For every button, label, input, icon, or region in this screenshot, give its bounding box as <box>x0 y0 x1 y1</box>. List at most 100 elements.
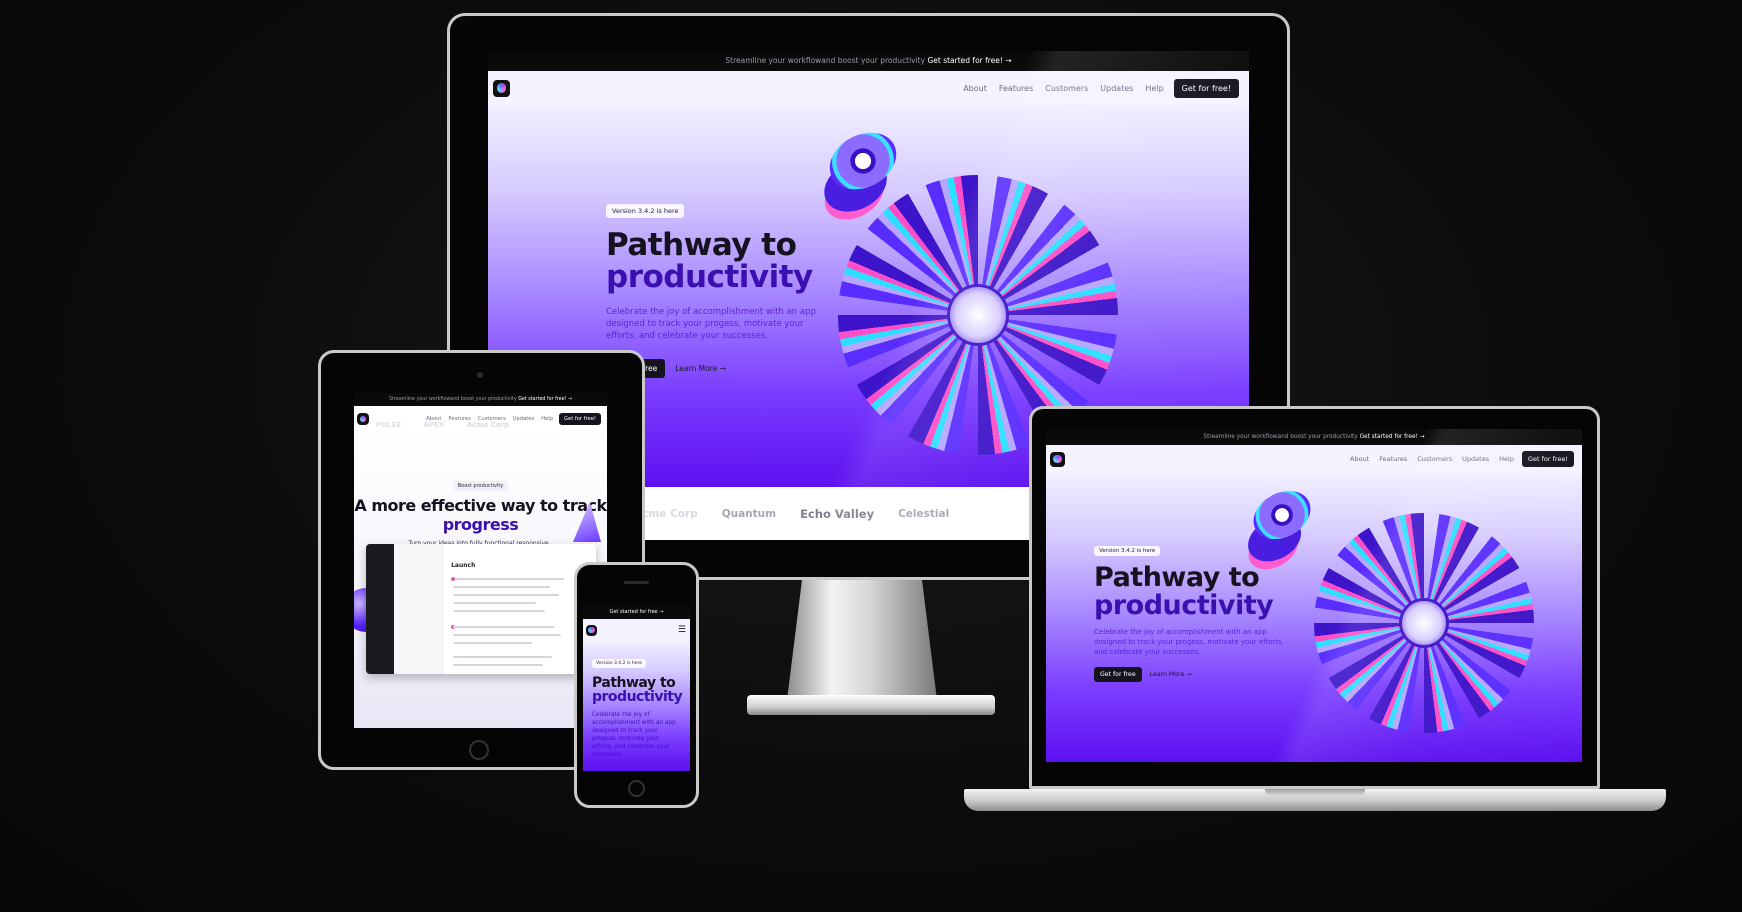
tube-3d-icon <box>819 121 907 201</box>
phone-screen: Get started for free → ☰ Version 3.4.2 i… <box>583 605 690 771</box>
dash-row <box>453 656 553 658</box>
dash-row <box>453 634 562 636</box>
nav-link-about[interactable]: About <box>963 84 987 93</box>
laptop-hero-title-line1: Pathway to <box>1094 562 1260 593</box>
tablet-logo-pulse: PULSE <box>376 421 402 429</box>
laptop-nav-help[interactable]: Help <box>1499 455 1514 463</box>
tablet-nav-cta-button[interactable]: Get for free! <box>559 413 601 425</box>
tablet-dashboard-preview: Launch <box>366 544 596 674</box>
logo-echo-valley: Echo Valley <box>800 506 875 521</box>
phone-brand-logo-icon[interactable] <box>586 624 597 636</box>
dash-heading: Launch <box>451 562 476 569</box>
tablet-hero-badge: Boost productivity <box>354 472 607 491</box>
monitor-stand-foot <box>747 695 995 715</box>
laptop-nav-cta-button[interactable]: Get for free! <box>1521 451 1574 467</box>
version-badge: Version 3.4.2 is here <box>606 204 685 218</box>
logo-celestial: Celestial <box>898 507 950 520</box>
tablet-nav-updates[interactable]: Updates <box>513 416 535 422</box>
dash-row <box>453 594 560 596</box>
phone-home-button <box>628 780 645 797</box>
phone-menu-icon[interactable]: ☰ <box>678 625 686 635</box>
tablet-screen: Streamline your workflowand boost your p… <box>354 393 607 728</box>
tablet-logo-acme: Acme Corp <box>466 421 510 429</box>
laptop-hero-actions: Get for free Learn More → <box>1094 667 1294 683</box>
phone-announcement-cta[interactable]: Get started for free → <box>609 609 663 615</box>
laptop-get-for-free-button[interactable]: Get for free <box>1094 667 1142 683</box>
announcement-text: Streamline your workflowand boost your p… <box>725 56 926 65</box>
laptop-hero-section: Version 3.4.2 is here Pathway to product… <box>1046 473 1582 762</box>
tablet-brand-logo-icon[interactable] <box>357 413 369 425</box>
dash-row-dot <box>451 577 456 581</box>
website-laptop: Streamline your workflowand boost your p… <box>1046 429 1582 762</box>
laptop-hero-content: Version 3.4.2 is here Pathway to product… <box>1094 537 1294 683</box>
top-nav: About Features Customers Updates Help Ge… <box>488 71 1249 105</box>
laptop-hero-title: Pathway to productivity <box>1094 564 1294 619</box>
phone-version-badge: Version 3.4.2 is here <box>592 659 647 668</box>
laptop-hero-title-line2: productivity <box>1094 589 1274 621</box>
laptop-announcement-bar: Streamline your workflowand boost your p… <box>1046 429 1582 445</box>
laptop-announcement-text: Streamline your workflowand boost your p… <box>1203 434 1358 440</box>
laptop-nav-updates[interactable]: Updates <box>1462 455 1489 463</box>
laptop-announcement-cta[interactable]: Get started for free! → <box>1360 434 1425 440</box>
tablet-announcement-bar: Streamline your workflowand boost your p… <box>354 393 607 406</box>
brand-logo-icon[interactable] <box>493 79 510 97</box>
tablet-hero-title: A more effective way to track progress <box>354 496 607 534</box>
tablet-hero-title-line1: A more effective way to track <box>354 496 607 515</box>
laptop-starburst-3d-icon <box>1314 513 1534 733</box>
phone-top-nav: ☰ <box>583 619 690 641</box>
tablet-hero-title-line2: progress <box>442 515 519 535</box>
tablet-nav-help[interactable]: Help <box>541 416 553 422</box>
dash-row <box>453 610 546 612</box>
laptop-top-nav: About Features Customers Updates Help Ge… <box>1046 445 1582 473</box>
phone-announcement-bar: Get started for free → <box>583 605 690 619</box>
nav-cta-button[interactable]: Get for free! <box>1173 78 1239 98</box>
dash-row <box>453 602 537 604</box>
tablet-logo-apex: APEX <box>423 421 445 429</box>
nav-links: About Features Customers Updates Help Ge… <box>963 78 1239 98</box>
hero-title-line2: productivity <box>606 258 813 295</box>
laptop-nav-customers[interactable]: Customers <box>1417 455 1452 463</box>
website-tablet: Streamline your workflowand boost your p… <box>354 393 607 728</box>
laptop-trackpad-notch <box>1265 789 1365 796</box>
phone-speaker-icon <box>624 581 649 584</box>
nav-link-help[interactable]: Help <box>1145 84 1163 93</box>
phone-hero-title-line1: Pathway to <box>592 675 676 691</box>
hero-title: Pathway to productivity <box>606 227 836 295</box>
dash-row <box>453 626 555 628</box>
tablet-hero: Boost productivity A more effective way … <box>354 432 607 728</box>
dash-row <box>453 664 544 666</box>
tablet-camera-icon <box>477 372 483 378</box>
nav-link-customers[interactable]: Customers <box>1045 84 1088 93</box>
laptop-learn-more-link[interactable]: Learn More → <box>1150 671 1192 678</box>
dash-sidebar <box>366 544 394 674</box>
announcement-cta-link[interactable]: Get started for free! → <box>927 56 1011 65</box>
laptop-nav-features[interactable]: Features <box>1379 455 1407 463</box>
nav-link-updates[interactable]: Updates <box>1100 84 1133 93</box>
laptop-brand-logo-icon[interactable] <box>1050 451 1065 467</box>
tablet-home-button <box>469 740 489 760</box>
laptop-device: Streamline your workflowand boost your p… <box>964 406 1666 816</box>
nav-link-features[interactable]: Features <box>999 84 1033 93</box>
phone-hero-title: Pathway to productivity <box>592 675 683 706</box>
laptop-nav-about[interactable]: About <box>1350 455 1369 463</box>
announcement-bar: Streamline your workflowand boost your p… <box>488 51 1249 71</box>
dash-row <box>453 642 532 644</box>
phone-hero-description: Celebrate the joy of accomplishment with… <box>592 711 676 759</box>
website-mobile: Get started for free → ☰ Version 3.4.2 i… <box>583 605 690 771</box>
dash-row <box>453 586 550 588</box>
learn-more-link[interactable]: Learn More → <box>675 364 726 373</box>
monitor-stand-neck <box>787 580 937 700</box>
logo-quantum: Quantum <box>721 507 777 520</box>
hero-description: Celebrate the joy of accomplishment with… <box>606 307 816 341</box>
laptop-nav-links: About Features Customers Updates Help Ge… <box>1350 451 1574 467</box>
tablet-announcement-text: Streamline your workflowand boost your p… <box>388 397 517 402</box>
dash-nav-panel <box>393 544 445 674</box>
hero-title-line1: Pathway to <box>606 227 797 263</box>
phone-hero-section: Version 3.4.2 is here Pathway to product… <box>583 641 690 771</box>
device-mockup-scene: Streamline your workflowand boost your p… <box>0 0 1742 912</box>
tablet-announcement-cta[interactable]: Get started for free! → <box>518 397 572 402</box>
tablet-logo-row: PULSE APEX Acme Corp <box>376 421 509 429</box>
laptop-hero-description: Celebrate the joy of accomplishment with… <box>1094 628 1284 656</box>
phone-hero-title-line2: productivity <box>592 689 683 706</box>
laptop-screen: Streamline your workflowand boost your p… <box>1046 429 1582 762</box>
